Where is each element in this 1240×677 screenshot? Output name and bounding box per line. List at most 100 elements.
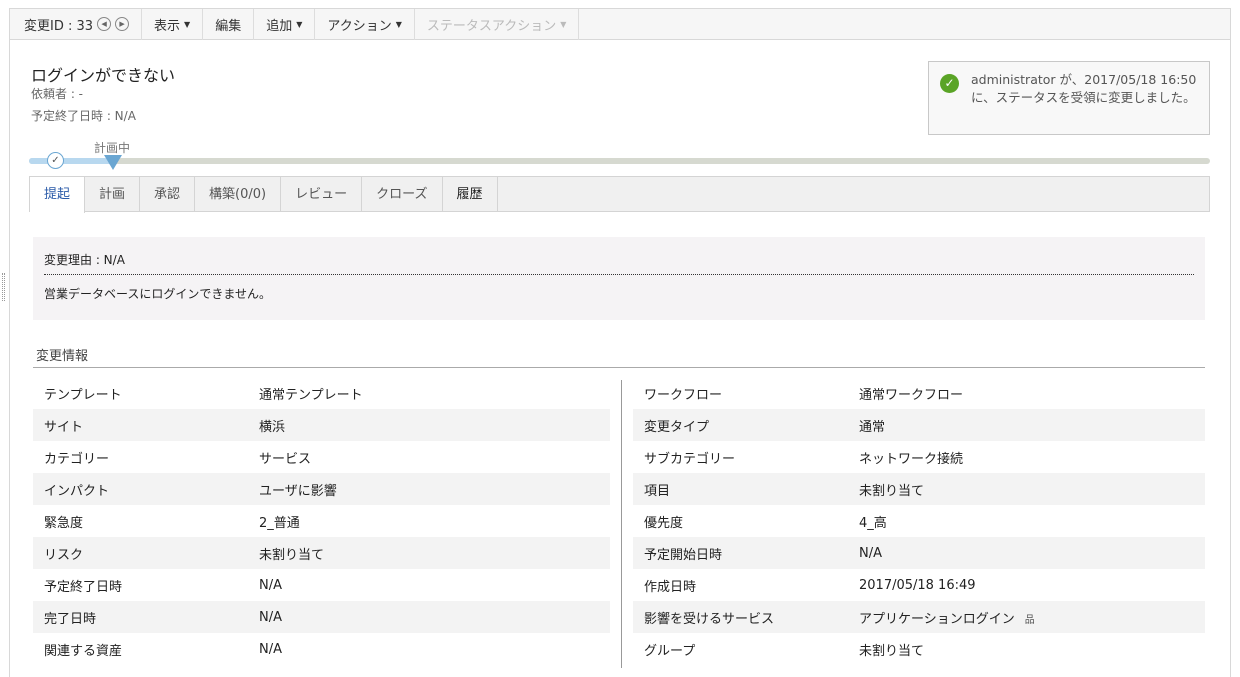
field-value-text: ユーザに影響 <box>259 483 337 499</box>
field-row: 予定開始日時 N/A <box>633 537 1205 569</box>
field-value: 未割り当て <box>859 480 1205 499</box>
field-label: 項目 <box>644 483 671 499</box>
field-value-text: 通常テンプレート <box>259 387 363 403</box>
caret-down-icon: ▼ <box>395 19 402 29</box>
field-value: N/A <box>859 546 1205 561</box>
field-value: 2_普通 <box>259 512 610 531</box>
tab-review[interactable]: レビュー <box>281 177 363 211</box>
field-value-text: 未割り当て <box>859 483 925 499</box>
change-id-label: 変更ID : 33 <box>24 18 94 34</box>
field-value-text: サービス <box>259 451 312 467</box>
field-label: 緊急度 <box>44 515 84 531</box>
field-row: グループ 未割り当て <box>633 633 1205 665</box>
status-notice: ✓ administrator が、2017/05/18 16:50 に、ステータ… <box>928 61 1210 135</box>
section-title: 変更情報 <box>36 349 89 364</box>
tab-plan[interactable]: 計画 <box>85 177 141 211</box>
field-value-text: N/A <box>259 577 282 593</box>
field-value: N/A <box>259 578 610 593</box>
view-label: 表示 <box>154 18 181 34</box>
right-field-list: ワークフロー 通常ワークフロー 変更タイプ 通常 サブカテゴリー ネットワーク接続 項目 未割… <box>633 377 1205 665</box>
progress-track <box>29 158 1210 164</box>
field-row: 予定終了日時 N/A <box>33 569 610 601</box>
field-row: サブカテゴリー ネットワーク接続 <box>633 441 1205 473</box>
field-value-text: 通常 <box>859 419 886 435</box>
field-value-text: N/A <box>259 609 282 625</box>
action-menu[interactable]: アクション ▼ <box>315 8 415 40</box>
field-label: リスク <box>44 547 84 563</box>
reason-body: 営業データベースにログインできません。 <box>44 287 272 301</box>
resize-handle[interactable] <box>2 273 5 301</box>
action-label: アクション <box>327 18 392 34</box>
column-divider <box>621 380 622 668</box>
tab-history[interactable]: 履歴 <box>443 177 498 211</box>
field-value: サービス <box>259 448 610 467</box>
field-value: 横浜 <box>259 416 610 435</box>
field-row: 項目 未割り当て <box>633 473 1205 505</box>
field-value-text: N/A <box>859 545 882 561</box>
field-row: 作成日時 2017/05/18 16:49 <box>633 569 1205 601</box>
field-label: 優先度 <box>644 515 684 531</box>
tab-build[interactable]: 構築(0/0) <box>195 177 282 211</box>
caret-down-icon: ▼ <box>296 19 303 29</box>
requester: 依頼者 : - <box>31 87 84 101</box>
prev-icon[interactable]: ◀ <box>97 17 112 31</box>
current-stage-marker-icon <box>104 155 122 170</box>
field-label: ワークフロー <box>644 387 723 403</box>
field-value: 4_高 <box>859 512 1205 531</box>
field-value: 通常ワークフロー <box>859 384 1205 403</box>
edit-button[interactable]: 編集 <box>203 8 255 40</box>
hierarchy-icon[interactable]: 品 <box>1025 615 1035 626</box>
reason-box: 変更理由 : N/A 営業データベースにログインできません。 <box>33 237 1205 320</box>
current-stage-label: 計画中 <box>94 141 131 155</box>
field-value-text: ネットワーク接続 <box>859 451 964 467</box>
field-label: テンプレート <box>44 387 122 403</box>
field-row: 優先度 4_高 <box>633 505 1205 537</box>
field-value-text: N/A <box>259 641 282 657</box>
field-value: N/A <box>259 642 610 657</box>
field-row: 関連する資産 N/A <box>33 633 610 665</box>
tab-submit[interactable]: 提起 <box>30 177 86 213</box>
field-row: カテゴリー サービス <box>33 441 610 473</box>
progress-fill <box>29 158 113 164</box>
field-label: グループ <box>644 643 696 659</box>
field-value-text: 未割り当て <box>859 643 925 659</box>
field-label: 影響を受けるサービス <box>644 611 775 627</box>
field-row: サイト 横浜 <box>33 409 610 441</box>
tab-bar: 提起 計画 承認 構築(0/0) レビュー クローズ 履歴 <box>29 176 1210 213</box>
view-menu[interactable]: 表示 ▼ <box>142 8 204 40</box>
field-value: ネットワーク接続 <box>859 448 1205 467</box>
status-action-menu[interactable]: ステータスアクション ▼ <box>415 8 580 40</box>
field-label: 予定開始日時 <box>644 547 723 563</box>
field-row: 変更タイプ 通常 <box>633 409 1205 441</box>
field-label: インパクト <box>44 483 110 499</box>
next-icon[interactable]: ▶ <box>115 17 130 31</box>
tab-close[interactable]: クローズ <box>362 177 443 211</box>
toolbar: 変更ID : 33 ◀ ▶ 表示 ▼ 編集 追加 ▼ アクション ▼ ステータスアクション… <box>10 8 1230 40</box>
field-label: サイト <box>44 419 84 435</box>
tab-approval[interactable]: 承認 <box>140 177 196 211</box>
due-date: 予定終了日時 : N/A <box>31 109 136 123</box>
caret-down-icon: ▼ <box>184 19 191 29</box>
field-label: 作成日時 <box>644 579 697 595</box>
change-id: 変更ID : 33 ◀ ▶ <box>10 8 143 40</box>
edit-label: 編集 <box>215 18 242 34</box>
field-value: アプリケーションログイン品 <box>859 608 1205 627</box>
field-label: カテゴリー <box>44 451 110 467</box>
field-value: N/A <box>259 610 610 625</box>
field-value: 通常テンプレート <box>259 384 610 403</box>
status-action-label: ステータスアクション <box>426 18 557 34</box>
notice-text: administrator が、2017/05/18 16:50 に、ステータス… <box>971 72 1197 105</box>
field-row: リスク 未割り当て <box>33 537 610 569</box>
field-label: 完了日時 <box>44 611 97 627</box>
add-menu[interactable]: 追加 ▼ <box>254 8 316 40</box>
field-row: 緊急度 2_普通 <box>33 505 610 537</box>
field-row: テンプレート 通常テンプレート <box>33 377 610 409</box>
section-divider <box>33 367 1205 368</box>
field-value-text: アプリケーションログイン <box>859 611 1015 627</box>
field-value: 未割り当て <box>259 544 610 563</box>
field-value: 未割り当て <box>859 640 1205 659</box>
field-label: 予定終了日時 <box>44 579 123 595</box>
field-value-text: 4_高 <box>859 515 887 531</box>
field-row: ワークフロー 通常ワークフロー <box>633 377 1205 409</box>
reason-heading: 変更理由 : N/A <box>44 251 1194 275</box>
